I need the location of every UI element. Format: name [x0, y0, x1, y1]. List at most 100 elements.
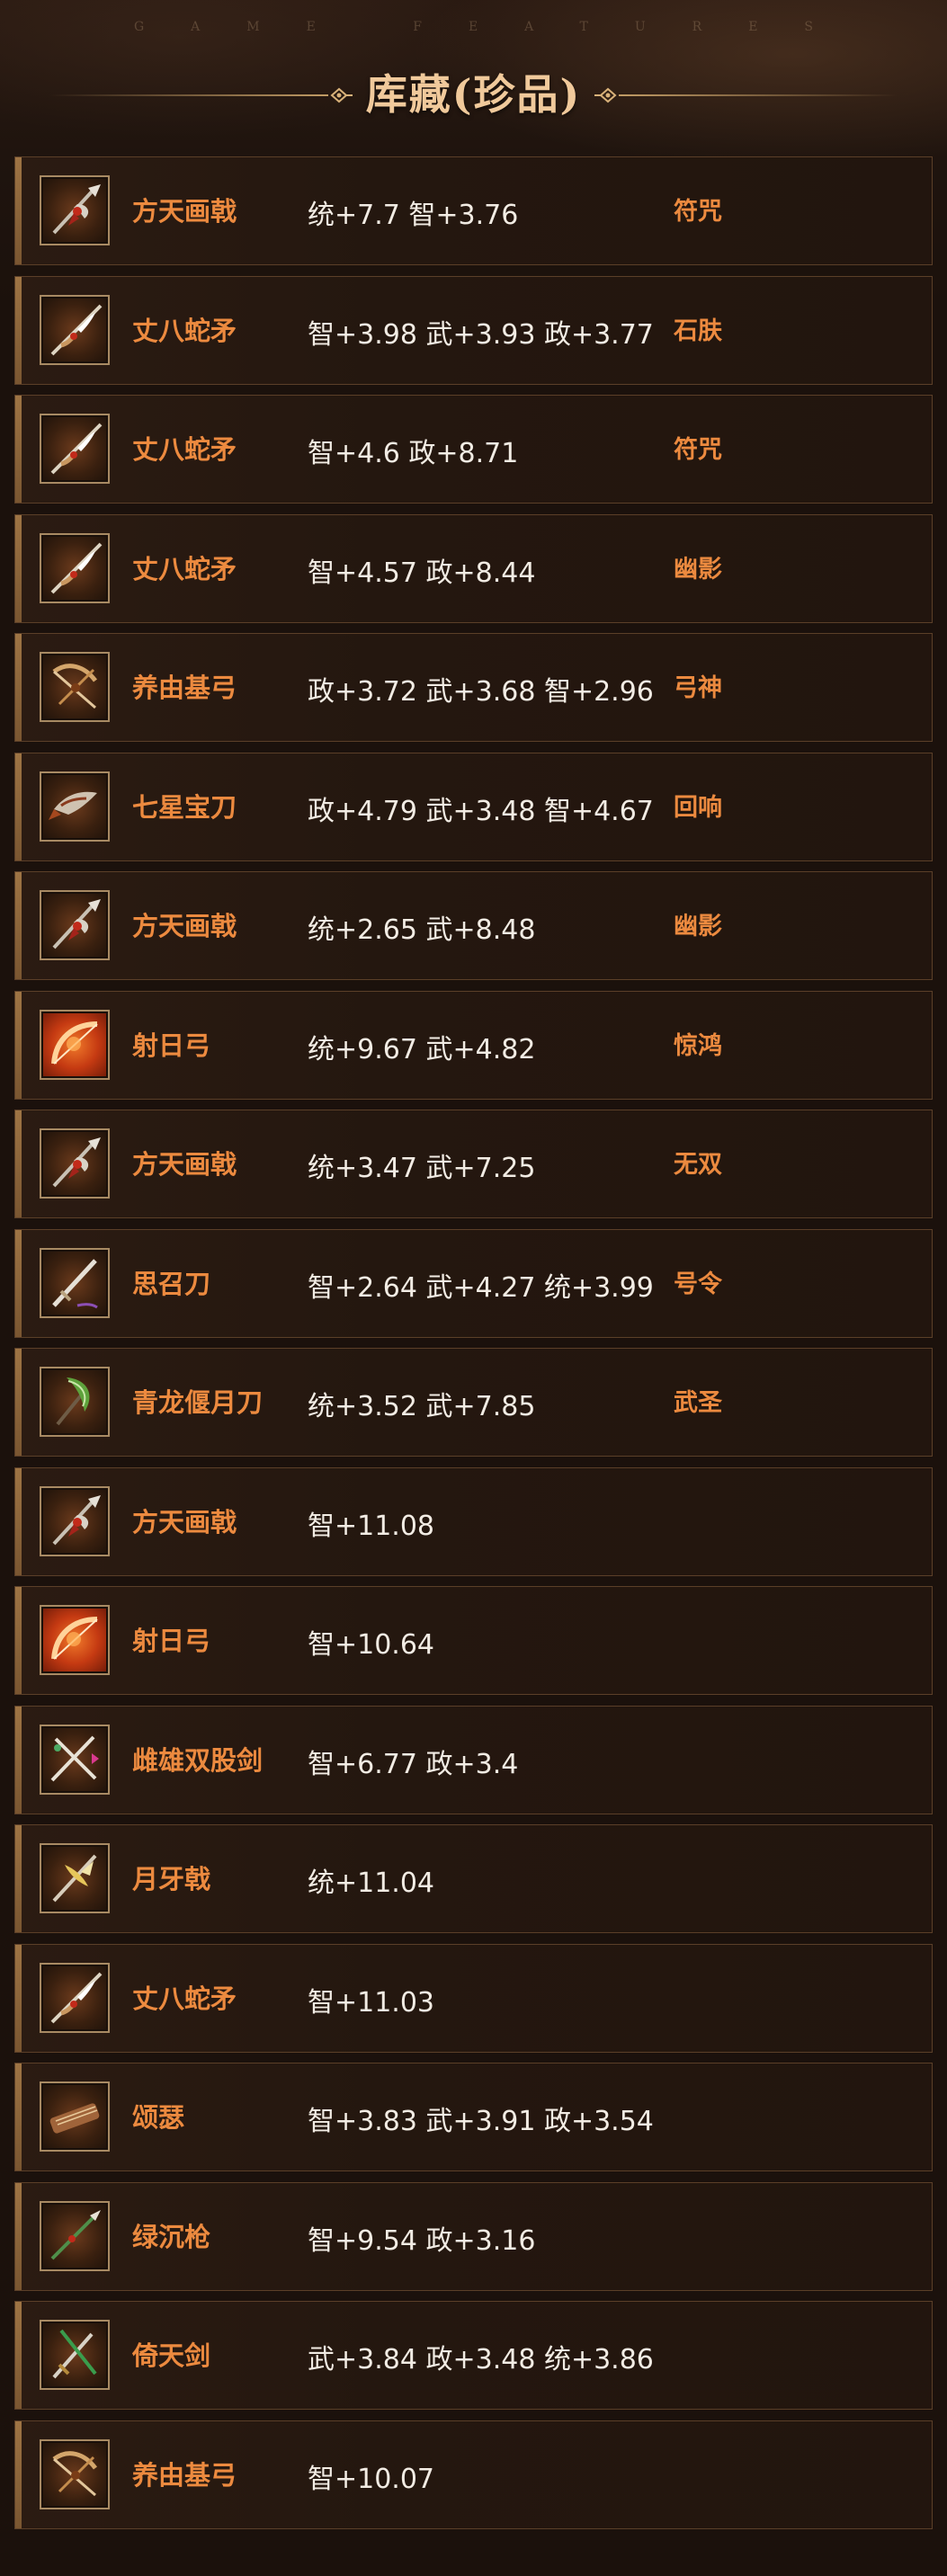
list-item[interactable]: 丈八蛇矛 智+3.98 武+3.93 政+3.77 石肤	[14, 275, 933, 385]
sun-bow-icon	[51, 1021, 98, 1065]
item-name: 射日弓	[132, 1030, 211, 1061]
header: GAME FEATURES 库藏(珍品)	[0, 0, 947, 157]
item-icon-frame	[40, 2081, 110, 2152]
item-icon-frame	[40, 414, 110, 484]
item-icon-frame	[40, 1009, 110, 1080]
list-item[interactable]: 青龙偃月刀 统+3.52 武+7.85 武圣	[14, 1348, 933, 1457]
item-name: 颂瑟	[132, 2102, 185, 2133]
list-item[interactable]: 丈八蛇矛 智+11.03	[14, 1943, 933, 2053]
item-stats: 统+7.7 智+3.76	[308, 200, 519, 231]
item-stats: 统+9.67 武+4.82	[308, 1033, 536, 1065]
item-skill: 符咒	[674, 436, 722, 464]
item-icon-frame	[40, 1367, 110, 1437]
item-skill: 幽影	[674, 913, 722, 940]
green-spear-icon	[50, 2209, 101, 2260]
ornament-right-icon	[594, 87, 617, 103]
list-item[interactable]: 方天画戟 统+3.47 武+7.25 无双	[14, 1110, 933, 1218]
crossbow-icon	[52, 664, 97, 709]
item-name: 方天画戟	[132, 196, 237, 227]
item-stats: 智+4.6 政+8.71	[308, 438, 519, 469]
item-icon-frame	[40, 1843, 110, 1913]
item-icon-frame	[40, 1605, 110, 1675]
list-item[interactable]: 月牙戟 统+11.04	[14, 1824, 933, 1933]
item-icon-frame	[40, 1724, 110, 1795]
crossbow-icon	[52, 2450, 97, 2496]
halberd-icon	[52, 899, 101, 949]
item-name: 思召刀	[132, 1268, 211, 1299]
item-skill: 回响	[674, 793, 722, 822]
list-item[interactable]: 养由基弓 智+10.07	[14, 2420, 933, 2529]
list-item[interactable]: 思召刀 智+2.64 武+4.27 统+3.99 号令	[14, 1228, 933, 1338]
list-item[interactable]: 射日弓 智+10.64	[14, 1586, 933, 1695]
sun-bow-icon	[51, 1617, 98, 1660]
item-stats: 智+10.64	[308, 1629, 435, 1661]
item-name: 养由基弓	[132, 2459, 237, 2491]
item-skill: 幽影	[674, 555, 722, 584]
item-name: 丈八蛇矛	[132, 1983, 237, 2014]
item-icon-frame	[40, 532, 110, 603]
item-icon-frame	[40, 1247, 110, 1318]
title-bar: 库藏(珍品)	[0, 63, 947, 126]
item-name: 方天画戟	[132, 1149, 237, 1180]
header-subtitle: GAME FEATURES	[133, 20, 861, 34]
list-item[interactable]: 方天画戟 统+2.65 武+8.48 幽影	[14, 871, 933, 980]
item-name: 青龙偃月刀	[132, 1387, 264, 1418]
item-stats: 智+11.03	[308, 1986, 435, 2019]
title-divider-right	[619, 94, 898, 96]
zither-icon	[49, 2103, 100, 2134]
list-item[interactable]: 倚天剑 武+3.84 政+3.48 统+3.86	[14, 2301, 933, 2410]
halberd-icon	[52, 1494, 101, 1545]
item-skill: 号令	[674, 1270, 722, 1298]
item-skill: 惊鸿	[674, 1031, 722, 1060]
item-stats: 统+3.47 武+7.25	[308, 1153, 536, 1184]
item-name: 丈八蛇矛	[132, 315, 237, 346]
item-stats: 政+4.79 武+3.48 智+4.67	[308, 795, 654, 827]
heaven-sword-icon	[52, 2329, 97, 2379]
item-skill: 石肤	[674, 316, 722, 345]
list-item[interactable]: 养由基弓 政+3.72 武+3.68 智+2.96 弓神	[14, 633, 933, 742]
item-stats: 统+3.52 武+7.85	[308, 1391, 536, 1422]
item-name: 绿沉枪	[132, 2221, 211, 2252]
item-name: 方天画戟	[132, 1506, 237, 1538]
item-stats: 智+3.98 武+3.93 政+3.77	[308, 318, 654, 351]
item-name: 月牙戟	[132, 1864, 211, 1894]
item-icon-frame	[40, 294, 110, 365]
list-item[interactable]: 七星宝刀 政+4.79 武+3.48 智+4.67 回响	[14, 752, 933, 861]
item-stats: 统+2.65 武+8.48	[308, 914, 536, 946]
item-stats: 智+10.07	[308, 2463, 435, 2495]
item-icon-frame	[40, 2438, 110, 2509]
item-skill: 弓神	[674, 674, 722, 702]
item-icon-frame	[40, 890, 110, 960]
list-item[interactable]: 方天画戟 智+11.08	[14, 1466, 933, 1576]
item-icon-frame	[40, 175, 110, 245]
list-item[interactable]: 绿沉枪 智+9.54 政+3.16	[14, 2181, 933, 2291]
item-name: 丈八蛇矛	[132, 553, 237, 584]
dagger-icon	[49, 791, 97, 820]
item-icon-frame	[40, 1962, 110, 2033]
item-icon-frame	[40, 652, 110, 722]
item-name: 七星宝刀	[132, 791, 237, 823]
item-skill: 武圣	[674, 1389, 722, 1417]
item-name: 射日弓	[132, 1626, 211, 1656]
item-name: 倚天剑	[132, 2340, 211, 2371]
halberd-icon	[52, 1137, 101, 1188]
item-skill: 符咒	[674, 198, 722, 226]
list-item[interactable]: 射日弓 统+9.67 武+4.82 惊鸿	[14, 990, 933, 1100]
snake-spear-icon	[50, 423, 103, 475]
snake-spear-icon	[50, 1972, 103, 2023]
list-item[interactable]: 丈八蛇矛 智+4.6 政+8.71 符咒	[14, 395, 933, 504]
item-stats: 武+3.84 政+3.48 统+3.86	[308, 2344, 654, 2375]
item-skill: 无双	[674, 1151, 722, 1179]
snake-spear-icon	[50, 542, 103, 593]
sword-icon	[52, 1258, 98, 1308]
list-item[interactable]: 雌雄双股剑 智+6.77 政+3.4	[14, 1705, 933, 1814]
list-item[interactable]: 方天画戟 统+7.7 智+3.76 符咒	[14, 156, 933, 265]
item-icon-frame	[40, 1485, 110, 1556]
list-item[interactable]: 丈八蛇矛 智+4.57 政+8.44 幽影	[14, 513, 933, 623]
item-name: 方天画戟	[132, 911, 237, 941]
list-item[interactable]: 颂瑟 智+3.83 武+3.91 政+3.54	[14, 2063, 933, 2171]
item-stats: 智+4.57 政+8.44	[308, 557, 536, 589]
item-stats: 统+11.04	[308, 1867, 435, 1899]
crescent-halberd-icon	[52, 1854, 97, 1903]
item-name: 丈八蛇矛	[132, 434, 237, 465]
